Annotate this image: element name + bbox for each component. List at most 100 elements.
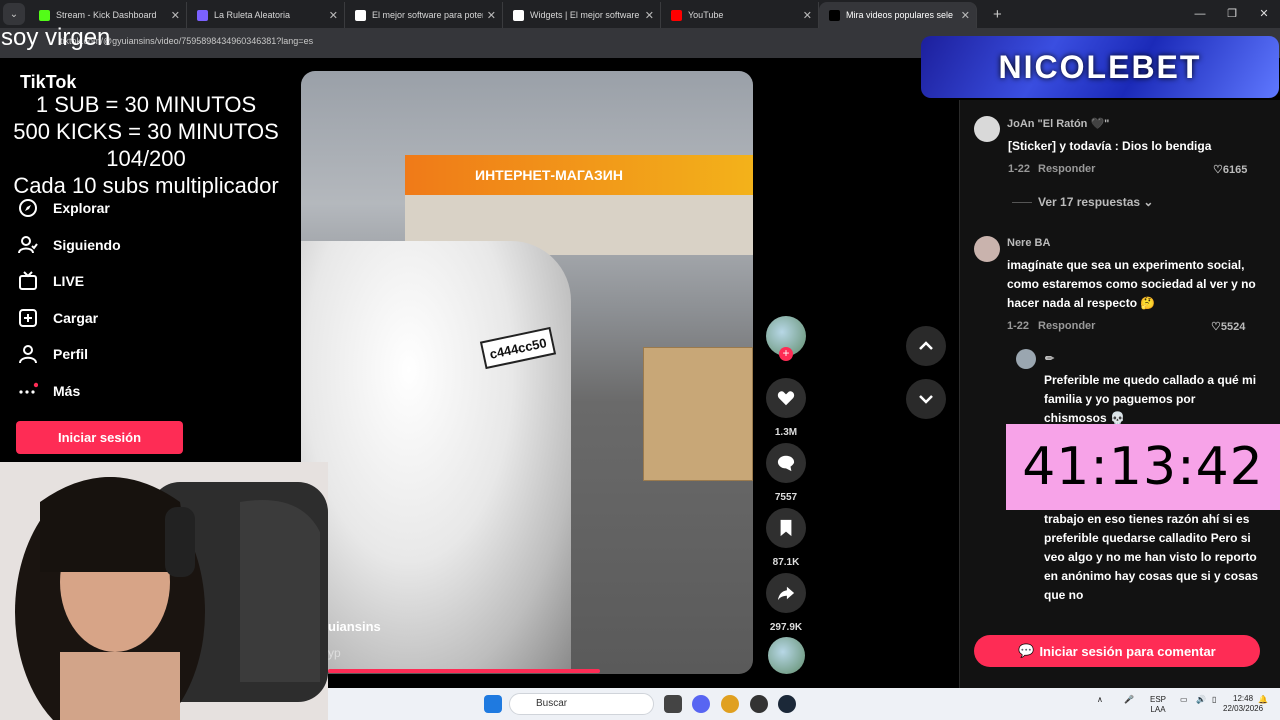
comment-like-count[interactable]: ♡5524 [1211,320,1245,333]
save-count: 87.1K [772,557,800,568]
sidebar-item-label: Explorar [53,200,110,217]
new-tab-button[interactable]: + [993,6,1002,23]
comment-username[interactable]: ✏ [1045,352,1054,365]
sidebar-nav: Explorar Siguiendo LIVE Cargar Perfil Má… [18,190,121,409]
windows-taskbar: Buscar ∧ 🎤 ESP LAA ▭ 🔊 ▯ 12:48 22/03/2026 … [328,688,1280,720]
taskbar-search[interactable]: Buscar [509,693,654,715]
sidebar-item-label: Siguiendo [53,236,121,253]
comment-action[interactable]: 7557 [766,443,806,503]
tab-6[interactable]: Mira videos populares sele ✕ [819,2,977,28]
following-icon [18,235,38,254]
login-button[interactable]: Iniciar sesión [16,421,183,454]
sidebar-item-cargar[interactable]: Cargar [18,300,121,337]
bookmark-icon [780,519,792,537]
comment-username[interactable]: JoAn "El Ratón 🖤" [1007,117,1109,130]
avatar[interactable] [974,236,1000,262]
close-tab-icon[interactable]: ✕ [803,9,812,22]
restore-button[interactable]: ❐ [1216,0,1248,28]
sidebar-item-label: Perfil [53,346,89,363]
comment-date: 1-22 [1007,320,1030,332]
save-action[interactable]: 87.1K [766,508,806,568]
video-progress-bar[interactable] [328,669,600,673]
close-tab-icon[interactable]: ✕ [961,9,970,22]
comment-count: 7557 [774,492,798,503]
tab-title: Widgets | El mejor software pa [530,10,641,20]
tab-4[interactable]: Widgets | El mejor software pa ✕ [503,2,661,28]
tray-chevron-icon[interactable]: ∧ [1097,695,1103,705]
notification-icon[interactable]: 🔔 [1258,695,1268,705]
view-replies-button[interactable]: Ver 17 respuestas ⌄ [1012,195,1153,209]
overlay-line: Cada 10 subs multiplicador [13,173,279,198]
tab-3[interactable]: El mejor software para potencia ✕ [345,2,503,28]
comment-like-count[interactable]: ♡6165 [1213,163,1247,176]
tab-title: Mira videos populares sele [846,10,954,20]
tab-2[interactable]: La Ruleta Aleatoria ✕ [187,2,345,28]
tab-5[interactable]: YouTube ✕ [661,2,819,28]
close-tab-icon[interactable]: ✕ [329,9,338,22]
close-tab-icon[interactable]: ✕ [487,9,496,22]
sound-disc-avatar[interactable] [768,637,805,674]
follow-plus-icon[interactable]: + [779,347,793,361]
share-count: 297.9K [769,622,803,633]
network-icon[interactable]: ▭ [1180,695,1188,705]
overlay-line: 1 SUB = 30 MINUTOS [35,92,257,117]
battery-icon[interactable]: ▯ [1212,695,1216,705]
sidebar-item-siguiendo[interactable]: Siguiendo [18,227,121,264]
heart-icon [777,391,795,406]
avatar[interactable] [1016,349,1036,369]
video-player[interactable]: ИНТЕРНЕТ-МАГАЗИН с444сс50 [301,71,753,674]
stream-overlay-goals: 1 SUB = 30 MINUTOS 500 KICKS = 30 MINUTO… [0,91,292,199]
nicolebet-banner: NICOLEBET [921,36,1279,98]
obs-icon[interactable] [750,695,768,713]
upload-icon [19,308,37,327]
more-icon [19,382,38,394]
sidebar-item-perfil[interactable]: Perfil [18,336,121,373]
previous-video-button[interactable] [906,326,946,366]
overlay-line: 500 KICKS = 30 MINUTOS [13,119,279,144]
streamelements-icon [355,9,366,21]
windows-start-icon[interactable] [484,695,502,713]
like-action[interactable]: 1.3M [766,378,806,438]
share-action[interactable]: 297.9K [766,573,806,633]
sidebar-item-label: LIVE [53,273,85,290]
close-tab-icon[interactable]: ✕ [645,9,654,22]
sidebar-item-mas[interactable]: Más [18,373,121,410]
comment-text: [Sticker] y todavía : Dios lo bendiga [1008,139,1212,153]
video-cardboard-box [643,347,753,481]
profile-icon [19,345,37,364]
microphone-icon[interactable]: 🎤 [1124,695,1134,705]
minimize-button[interactable]: — [1184,0,1216,28]
comment-bubble-icon: 💬 [1018,643,1035,658]
video-author[interactable]: uiansins [328,619,381,634]
window-controls: — ❐ ✕ [1184,0,1280,28]
tab-search-button[interactable]: ⌄ [3,3,25,25]
heart-outline-icon: ♡ [1213,164,1223,176]
reply-button[interactable]: Responder [1038,320,1095,332]
task-view-icon[interactable] [664,695,682,713]
subathon-timer: 41:13:42 [1006,424,1280,510]
avatar[interactable] [974,116,1000,142]
tab-title: YouTube [688,10,724,20]
tab-title: El mejor software para potencia [372,10,483,20]
discord-icon[interactable] [692,695,710,713]
close-window-button[interactable]: ✕ [1248,0,1280,28]
login-to-comment-button[interactable]: 💬 Iniciar sesión para comentar [974,635,1260,667]
tab-title: Stream - Kick Dashboard [56,10,157,20]
comment-username[interactable]: Nere BA [1007,237,1050,249]
steam-icon[interactable] [778,695,796,713]
ruleta-icon [197,9,208,21]
tiktok-logo[interactable]: TikTok [20,72,76,93]
like-count: 1.3M [774,427,798,438]
video-caption: yp [328,646,341,660]
reply-button[interactable]: Responder [1038,163,1095,175]
volume-icon[interactable]: 🔊 [1196,695,1206,705]
heart-outline-icon: ♡ [1211,321,1221,333]
chevron-down-icon [919,395,933,404]
next-video-button[interactable] [906,379,946,419]
comment-text: trabajo en eso tienes razón ahí si es pr… [1044,512,1259,602]
language-indicator[interactable]: ESP LAA [1150,695,1166,715]
sidebar-item-live[interactable]: LIVE [18,263,121,300]
chrome-icon[interactable] [721,695,739,713]
webcam-feed [0,462,328,720]
close-tab-icon[interactable]: ✕ [171,9,180,22]
